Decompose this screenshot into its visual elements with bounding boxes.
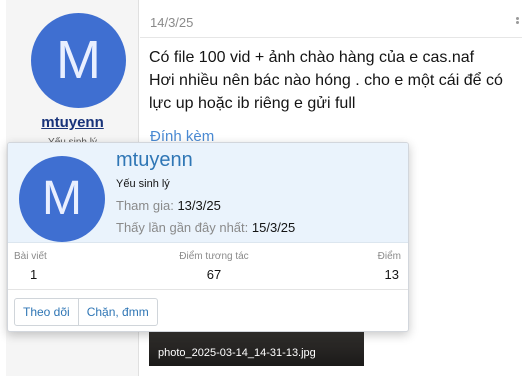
stat-reactions: Điểm tương tác 67: [158, 251, 270, 282]
member-username-link[interactable]: mtuyenn: [116, 149, 193, 172]
divider: [140, 37, 522, 38]
attachment-filename: photo_2025-03-14_14-31-13.jpg: [158, 347, 316, 359]
post-body-line: Hơi nhiều nên bác nào hóng . cho e một c…: [149, 72, 503, 89]
stat-posts-label: Bài viết: [14, 251, 47, 262]
member-joined: Tham gia: 13/3/25: [116, 198, 221, 213]
avatar[interactable]: M: [31, 13, 126, 108]
member-avatar[interactable]: M: [19, 156, 105, 242]
member-stats: Bài viết 1 Điểm tương tác 67 Điểm 13: [8, 251, 408, 287]
member-joined-value: 13/3/25: [177, 198, 221, 213]
post-body-line: lực up hoặc ib riêng e gửi full: [149, 95, 356, 112]
stat-reactions-label: Điểm tương tác: [179, 251, 249, 262]
stat-posts-value: 1: [30, 267, 38, 282]
member-last-seen-label: Thấy lần gần đây nhất:: [116, 220, 249, 235]
action-button-group: Theo dõi Chặn, đmm: [14, 298, 158, 326]
post-body-line: Có file 100 vid + ảnh chào hàng của e ca…: [149, 49, 475, 66]
follow-button[interactable]: Theo dõi: [15, 299, 78, 325]
member-last-seen-value: 15/3/25: [251, 220, 296, 235]
more-options-icon[interactable]: [516, 17, 520, 27]
post-date[interactable]: 14/3/25: [150, 15, 193, 30]
member-joined-label: Tham gia:: [116, 198, 174, 213]
ignore-button[interactable]: Chặn, đmm: [77, 299, 157, 325]
stat-reactions-value: 67: [206, 267, 222, 282]
member-tooltip-actions: Theo dõi Chặn, đmm: [8, 289, 408, 331]
forum-post: M mtuyenn Yếu sinh lý 14/3/25 Có file 10…: [0, 0, 522, 376]
stat-points-label: Điểm: [377, 251, 401, 262]
post-author-username[interactable]: mtuyenn: [6, 114, 139, 131]
post-body: Có file 100 vid + ảnh chào hàng của e ca…: [149, 46, 522, 115]
stat-posts[interactable]: Bài viết 1: [14, 251, 47, 282]
member-user-title: Yếu sinh lý: [116, 178, 170, 190]
stat-points[interactable]: Điểm 13: [378, 251, 401, 282]
member-tooltip-header: M mtuyenn Yếu sinh lý Tham gia: 13/3/25 …: [8, 143, 408, 243]
member-last-seen: Thấy lần gần đây nhất: 15/3/25: [116, 220, 295, 235]
stat-points-value: 13: [384, 267, 399, 282]
member-tooltip: M mtuyenn Yếu sinh lý Tham gia: 13/3/25 …: [7, 142, 409, 332]
